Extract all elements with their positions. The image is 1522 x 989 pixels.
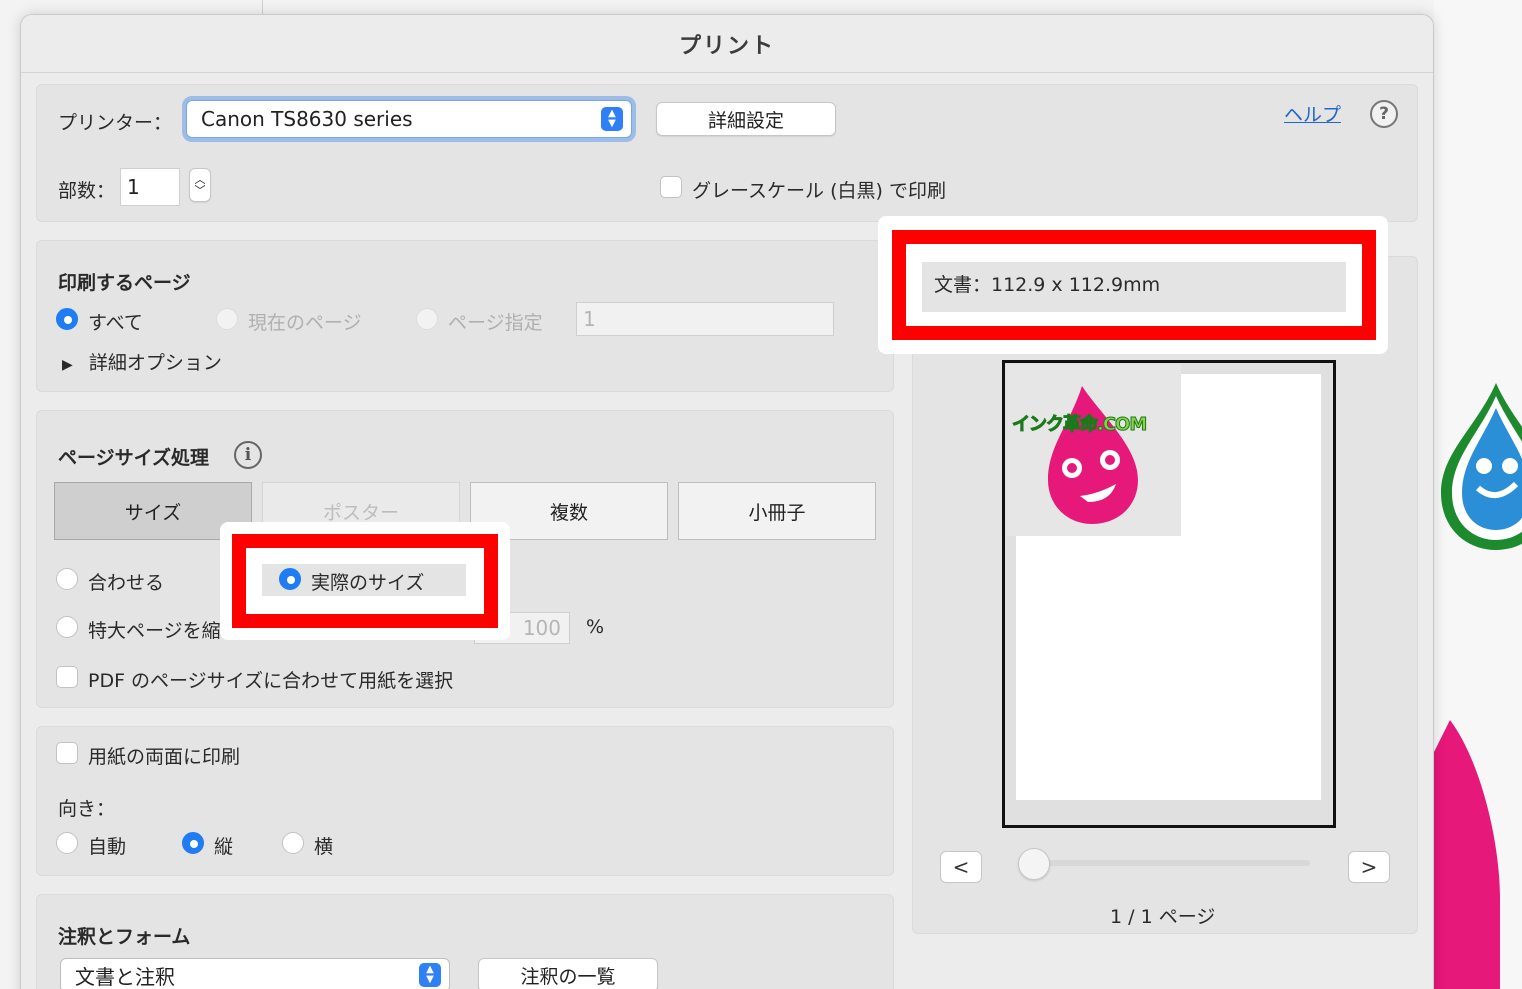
annotations-title: 注釈とフォーム: [58, 926, 191, 948]
percent-label: %: [586, 616, 605, 638]
shrink-radio[interactable]: [56, 616, 78, 638]
orientation-landscape-radio[interactable]: [282, 832, 304, 854]
pages-current-label: 現在のページ: [248, 312, 362, 334]
grayscale-label: グレースケール (白黒) で印刷: [692, 180, 946, 202]
pages-range-radio[interactable]: [416, 308, 438, 330]
copies-input[interactable]: 1: [120, 168, 180, 206]
more-options-toggle[interactable]: ▶ 詳細オプション: [62, 348, 222, 375]
next-page-button[interactable]: >: [1348, 851, 1390, 883]
page-slider-track[interactable]: [1018, 860, 1310, 866]
shrink-label: 特大ページを縮小: [88, 620, 240, 642]
pages-all-radio[interactable]: [56, 308, 78, 330]
orientation-portrait-label: 縦: [214, 836, 234, 858]
page-indicator: 1 / 1 ページ: [1110, 906, 1216, 928]
annotations-summary-button[interactable]: 注釈の一覧: [478, 958, 658, 989]
pages-title: 印刷するページ: [58, 272, 191, 294]
more-options-label: 詳細オプション: [88, 352, 222, 374]
select-arrows-icon: ▲ ▼: [419, 963, 441, 987]
pdf-paper-checkbox[interactable]: [56, 666, 78, 688]
orientation-label: 向き：: [58, 798, 116, 820]
prev-page-button[interactable]: <: [940, 851, 982, 883]
printer-select[interactable]: Canon TS8630 series ▲ ▼: [186, 100, 632, 138]
grayscale-checkbox[interactable]: [660, 176, 682, 198]
printer-select-value: Canon TS8630 series: [201, 107, 413, 131]
actual-size-radio[interactable]: [279, 568, 301, 590]
pages-current-radio[interactable]: [216, 308, 238, 330]
pages-range-input[interactable]: 1: [576, 302, 834, 336]
orientation-portrait-radio[interactable]: [182, 832, 204, 854]
disclosure-triangle-icon: ▶: [62, 357, 73, 373]
details-button[interactable]: 詳細設定: [656, 102, 836, 136]
doc-size-label: 文書：112.9 x 112.9mm: [934, 274, 1161, 296]
duplex-checkbox[interactable]: [56, 742, 78, 764]
annotations-select-value: 文書と注釈: [75, 964, 175, 989]
pages-all-label: すべて: [88, 312, 143, 334]
info-icon[interactable]: i: [234, 441, 262, 469]
background-pink-shape: [1430, 720, 1500, 989]
pdf-paper-label: PDF のページサイズに合わせて用紙を選択: [88, 670, 454, 692]
ink-drop-mascot-image: [1048, 386, 1138, 524]
orientation-landscape-label: 横: [314, 836, 334, 858]
orientation-auto-radio[interactable]: [56, 832, 78, 854]
page-slider-knob[interactable]: [1018, 848, 1050, 880]
tab-booklet[interactable]: 小冊子: [678, 482, 876, 540]
copies-stepper[interactable]: ︿ ﹀: [189, 168, 211, 202]
question-mark-icon[interactable]: ?: [1370, 100, 1398, 128]
select-arrows-icon: ▲ ▼: [601, 107, 623, 131]
ink-logo-text: インク革命.COM: [1011, 414, 1147, 436]
copies-label: 部数：: [58, 180, 116, 202]
background-mascot-image: [1441, 383, 1522, 550]
background-divider: [262, 0, 263, 14]
printer-label: プリンター：: [58, 112, 173, 134]
fit-radio[interactable]: [56, 568, 78, 590]
chevron-down-icon: ﹀: [194, 184, 206, 197]
help-link[interactable]: ヘルプ: [1284, 100, 1341, 127]
dialog-title: プリント: [21, 15, 1433, 73]
actual-size-label: 実際のサイズ: [311, 572, 425, 594]
page-sizing-title: ページサイズ処理: [58, 447, 210, 469]
duplex-label: 用紙の両面に印刷: [88, 746, 241, 768]
annotations-select[interactable]: 文書と注釈 ▲ ▼: [60, 958, 450, 989]
orientation-auto-label: 自動: [88, 836, 127, 858]
pages-range-label: ページ指定: [448, 312, 543, 334]
fit-label: 合わせる: [88, 572, 165, 594]
